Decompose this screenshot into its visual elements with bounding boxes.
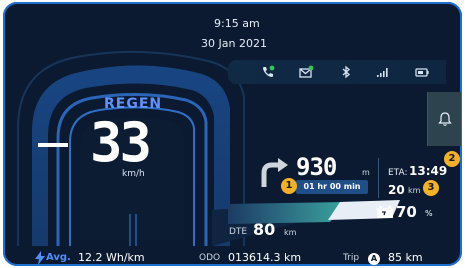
speed-indicator xyxy=(38,143,68,147)
speed-value: 33 xyxy=(90,111,152,174)
bell-icon xyxy=(438,112,452,126)
time-remaining: 01 hr 00 min xyxy=(296,180,368,194)
phone-icon[interactable] xyxy=(260,64,276,80)
avg-consumption-label: Avg. xyxy=(46,252,71,263)
avg-consumption-value: 12.2 Wh/km xyxy=(78,251,145,264)
battery-icon xyxy=(415,68,429,77)
odometer-label: ODO xyxy=(199,253,221,263)
trip-mode-badge[interactable]: A xyxy=(368,253,380,265)
clock-time: 9:15 am xyxy=(214,17,260,30)
signal-icon xyxy=(377,68,388,77)
notification-dot xyxy=(308,65,314,71)
range-value: 80 xyxy=(253,220,276,239)
eta-label: ETA: xyxy=(388,168,408,178)
battery-charge-icon xyxy=(377,206,393,218)
message-icon[interactable] xyxy=(298,64,314,80)
remaining-distance: 20 xyxy=(388,183,405,197)
range-bar-fill xyxy=(228,202,346,224)
callout-badge-3: 3 xyxy=(423,180,439,196)
instrument-cluster-screen: 9:15 am 30 Jan 2021 REGEN 33 km/h 930 m … xyxy=(0,0,465,268)
range-label: DTE xyxy=(229,227,248,237)
remaining-distance-unit: km xyxy=(408,186,421,195)
nav-divider xyxy=(378,158,379,198)
trip-value: 85 km xyxy=(388,251,423,264)
battery-percent-unit: % xyxy=(425,209,433,218)
range-unit: km xyxy=(284,228,297,237)
callout-badge-1: 1 xyxy=(281,178,297,194)
clock-date: 30 Jan 2021 xyxy=(201,37,267,50)
next-turn-distance: 930 xyxy=(296,153,337,181)
callout-badge-2: 2 xyxy=(444,151,460,167)
battery-percent: 70 xyxy=(396,203,417,221)
drive-mode-label: REGEN xyxy=(104,96,163,112)
lightning-icon xyxy=(35,251,45,265)
eta-value: 13:49 xyxy=(409,164,448,178)
bluetooth-icon[interactable] xyxy=(338,64,354,80)
status-bar xyxy=(228,60,446,84)
notification-panel-button[interactable] xyxy=(427,92,461,146)
odometer-value: 013614.3 km xyxy=(228,251,302,264)
trip-label: Trip xyxy=(343,253,360,263)
next-turn-distance-unit: m xyxy=(362,168,370,177)
speed-unit: km/h xyxy=(122,169,145,179)
notification-dot xyxy=(269,65,275,71)
